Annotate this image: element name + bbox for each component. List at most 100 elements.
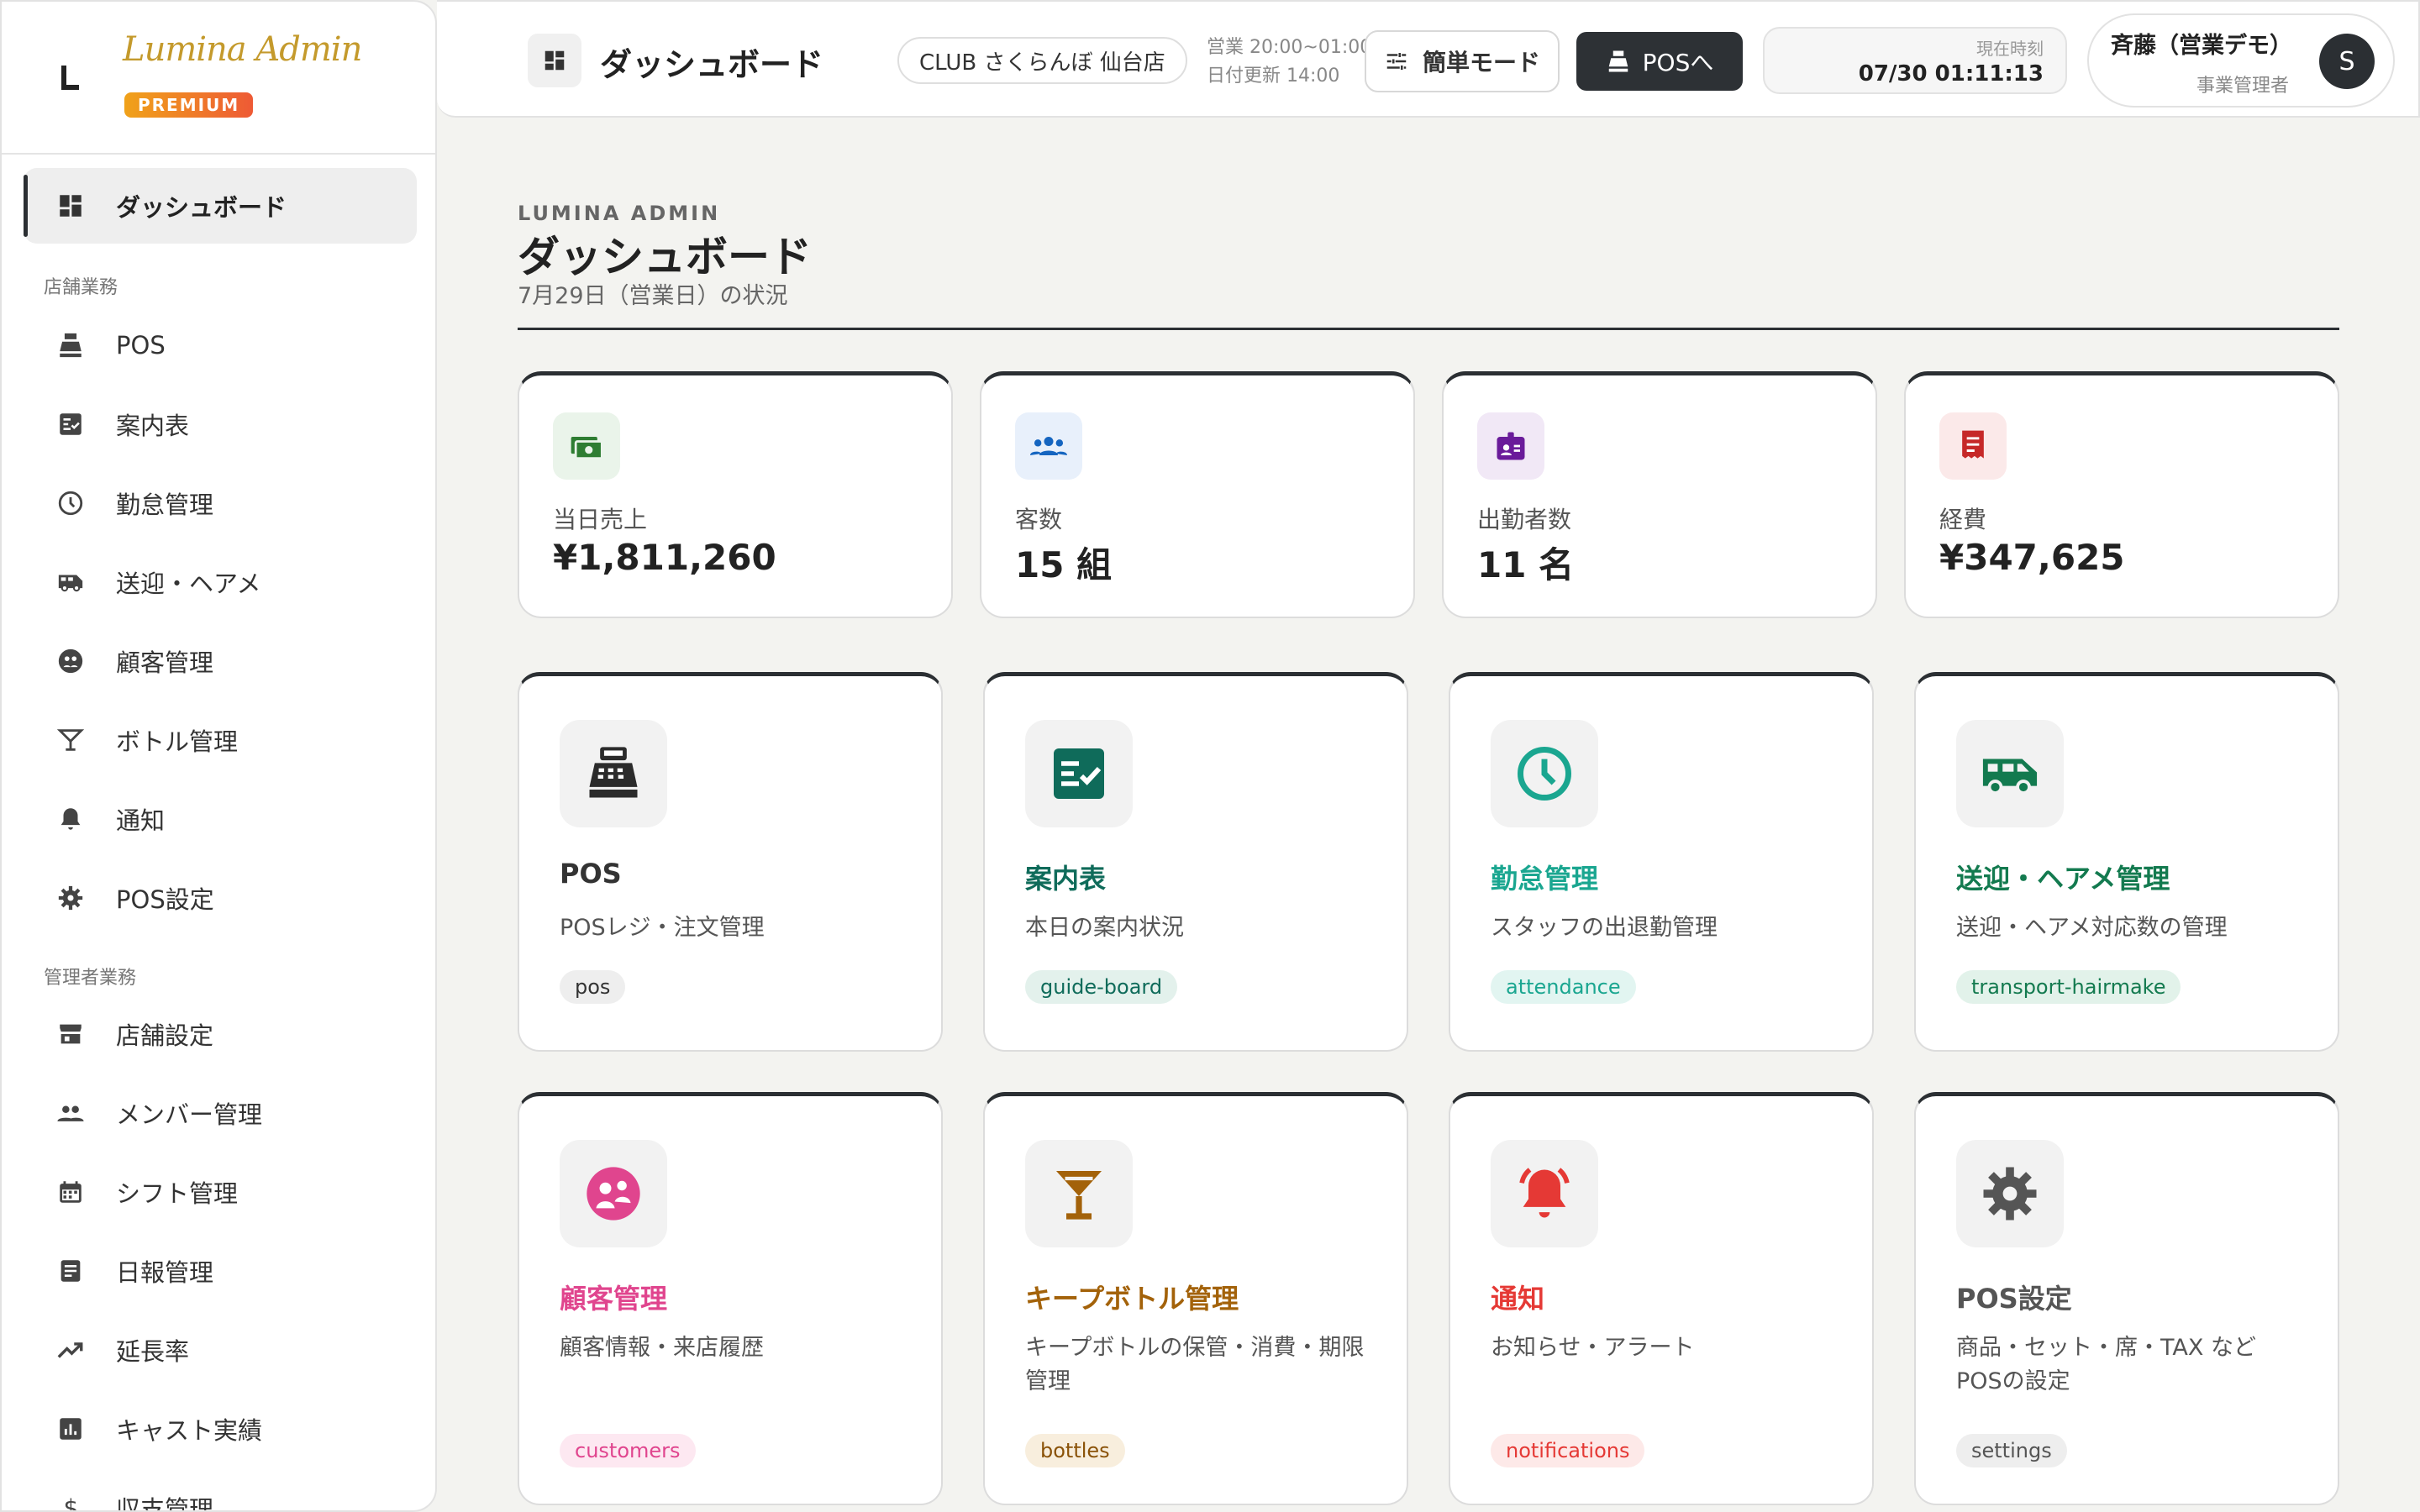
sidebar-item-store-settings[interactable]: 店舗設定: [24, 996, 417, 1072]
sidebar-item-label: 通知: [116, 806, 166, 835]
brand: Lumina Admin PREMIUM: [2, 2, 435, 155]
sidebar-item-pos[interactable]: POS: [24, 307, 417, 383]
stat-label: 当日売上: [553, 506, 648, 533]
sliders-icon: [1384, 49, 1409, 74]
stat-label: 経費: [1939, 506, 1987, 533]
sidebar-item-label: ダッシュボード: [116, 193, 287, 222]
card-guide-board[interactable]: 案内表 本日の案内状況 guide-board: [983, 672, 1408, 1052]
section-admin: 管理者業務: [44, 968, 137, 989]
stat-card-staff: 出勤者数 11 名: [1442, 371, 1877, 618]
card-title: 案内表: [1025, 863, 1107, 895]
sidebar-item-pos-settings[interactable]: POS設定: [24, 860, 417, 936]
clock-icon: [1491, 720, 1598, 827]
sidebar-item-label: 送迎・ヘアメ: [116, 570, 261, 598]
sidebar-item-transport[interactable]: 送迎・ヘアメ: [24, 544, 417, 620]
stat-card-customers: 客数 15 組: [980, 371, 1415, 618]
sidebar-item-attendance[interactable]: 勤怠管理: [24, 465, 417, 541]
customers-icon: [54, 644, 87, 678]
sidebar-item-notifications[interactable]: 通知: [24, 781, 417, 857]
page-eyebrow: LUMINA ADMIN: [518, 202, 721, 225]
sidebar-item-label: 収支管理: [116, 1495, 214, 1512]
stat-label: 客数: [1015, 506, 1063, 533]
simple-mode-label: 簡単モード: [1422, 49, 1540, 76]
card-attendance[interactable]: 勤怠管理 スタッフの出退勤管理 attendance: [1449, 672, 1874, 1052]
bar-chart-icon: [54, 1412, 87, 1446]
card-transport[interactable]: 送迎・ヘアメ管理 送迎・ヘアメ対応数の管理 transport-hairmake: [1914, 672, 2339, 1052]
sidebar-item-label: キャスト実績: [116, 1416, 263, 1445]
hours-text: 営業 20:00~01:00: [1207, 37, 1372, 58]
route-tag: transport-hairmake: [1956, 970, 2181, 1004]
cocktail-icon: [54, 723, 87, 757]
card-description: 商品・セット・席・TAX など POSの設定: [1956, 1335, 2256, 1394]
sidebar-item-daily-reports[interactable]: 日報管理: [24, 1233, 417, 1309]
sidebar-item-label: メンバー管理: [116, 1100, 263, 1129]
header-title: ダッシュボード: [600, 46, 824, 83]
card-pos-settings[interactable]: POS設定 商品・セット・席・TAX など POSの設定 settings: [1914, 1092, 2339, 1505]
card-title: 顧客管理: [560, 1283, 668, 1315]
sidebar-item-label: POS設定: [116, 885, 214, 914]
sidebar-item-guide-board[interactable]: 案内表: [24, 386, 417, 462]
divider: [518, 328, 2339, 330]
premium-badge: PREMIUM: [124, 92, 254, 118]
date-update-text: 日付更新 14:00: [1207, 66, 1340, 87]
card-description: 顧客情報・来店履歴: [560, 1335, 764, 1361]
sidebar-item-extension-rate[interactable]: 延長率: [24, 1312, 417, 1388]
card-title: POS設定: [1956, 1283, 2072, 1315]
report-icon: [54, 1254, 87, 1288]
stat-value: 15 組: [1015, 544, 1113, 585]
page-title: ダッシュボード: [518, 233, 812, 281]
stat-value: ¥1,811,260: [553, 537, 776, 578]
sidebar-item-label: 延長率: [116, 1337, 190, 1366]
clock-label: 現在時刻: [1976, 39, 2044, 59]
business-hours: 営業 20:00~01:00 日付更新 14:00: [1207, 34, 1371, 91]
sidebar-item-bottles[interactable]: ボトル管理: [24, 702, 417, 778]
sidebar-item-label: 顧客管理: [116, 648, 214, 677]
card-customers[interactable]: 顧客管理 顧客情報・来店履歴 customers: [518, 1092, 943, 1505]
card-title: POS: [560, 858, 622, 890]
user-menu[interactable]: 斉藤（営業デモ） 事業管理者 S: [2087, 13, 2395, 108]
van-icon: [1956, 720, 2064, 827]
sidebar-item-label: POS: [116, 331, 166, 360]
avatar[interactable]: S: [2319, 34, 2375, 89]
card-notifications[interactable]: 通知 お知らせ・アラート notifications: [1449, 1092, 1874, 1505]
current-time: 現在時刻 07/30 01:11:13: [1763, 27, 2067, 94]
sidebar-item-finance[interactable]: $ 収支管理: [24, 1470, 417, 1512]
sidebar: Lumina Admin PREMIUM ダッシュボード 店舗業務 POS 案内…: [0, 0, 437, 1512]
user-role: 事業管理者: [2196, 76, 2289, 97]
store-selector[interactable]: CLUB さくらんぼ 仙台店: [897, 37, 1187, 84]
sidebar-item-label: ボトル管理: [116, 727, 239, 756]
sidebar-item-label: 案内表: [116, 412, 190, 440]
stat-value: ¥347,625: [1939, 537, 2125, 578]
customers-icon: [560, 1140, 667, 1247]
stat-card-expenses: 経費 ¥347,625: [1904, 371, 2339, 618]
route-tag: guide-board: [1025, 970, 1178, 1004]
card-title: 勤怠管理: [1491, 863, 1599, 895]
simple-mode-button[interactable]: 簡単モード: [1365, 30, 1560, 92]
route-tag: attendance: [1491, 970, 1636, 1004]
go-to-pos-label: POSへ: [1642, 49, 1714, 76]
sidebar-item-customers[interactable]: 顧客管理: [24, 623, 417, 699]
calendar-icon: [54, 1175, 87, 1209]
sidebar-item-dashboard[interactable]: ダッシュボード: [24, 168, 417, 244]
dashboard-icon: [54, 189, 87, 223]
card-title: 送迎・ヘアメ管理: [1956, 863, 2170, 895]
card-description: スタッフの出退勤管理: [1491, 915, 1718, 941]
people-icon: [1015, 412, 1082, 480]
sidebar-item-shifts[interactable]: シフト管理: [24, 1154, 417, 1230]
user-name: 斉藤（営業デモ）: [2111, 33, 2292, 59]
card-description: キープボトルの保管・消費・期限管理: [1025, 1335, 1365, 1394]
stat-card-sales: 当日売上 ¥1,811,260: [518, 371, 953, 618]
card-description: お知らせ・アラート: [1491, 1335, 1695, 1361]
sidebar-item-members[interactable]: メンバー管理: [24, 1075, 417, 1151]
logo-icon[interactable]: [60, 64, 82, 92]
card-bottles[interactable]: キープボトル管理 キープボトルの保管・消費・期限管理 bottles: [983, 1092, 1408, 1505]
cash-register-icon: [1606, 49, 1631, 74]
dollar-icon: $: [54, 1491, 87, 1510]
bell-icon: [1491, 1140, 1598, 1247]
route-tag: bottles: [1025, 1434, 1125, 1467]
page-subtitle: 7月29日（営業日）の状況: [518, 283, 788, 309]
go-to-pos-button[interactable]: POSへ: [1576, 32, 1743, 91]
card-pos[interactable]: POS POSレジ・注文管理 pos: [518, 672, 943, 1052]
sidebar-item-cast-performance[interactable]: キャスト実績: [24, 1391, 417, 1467]
gear-icon: [1956, 1140, 2064, 1247]
